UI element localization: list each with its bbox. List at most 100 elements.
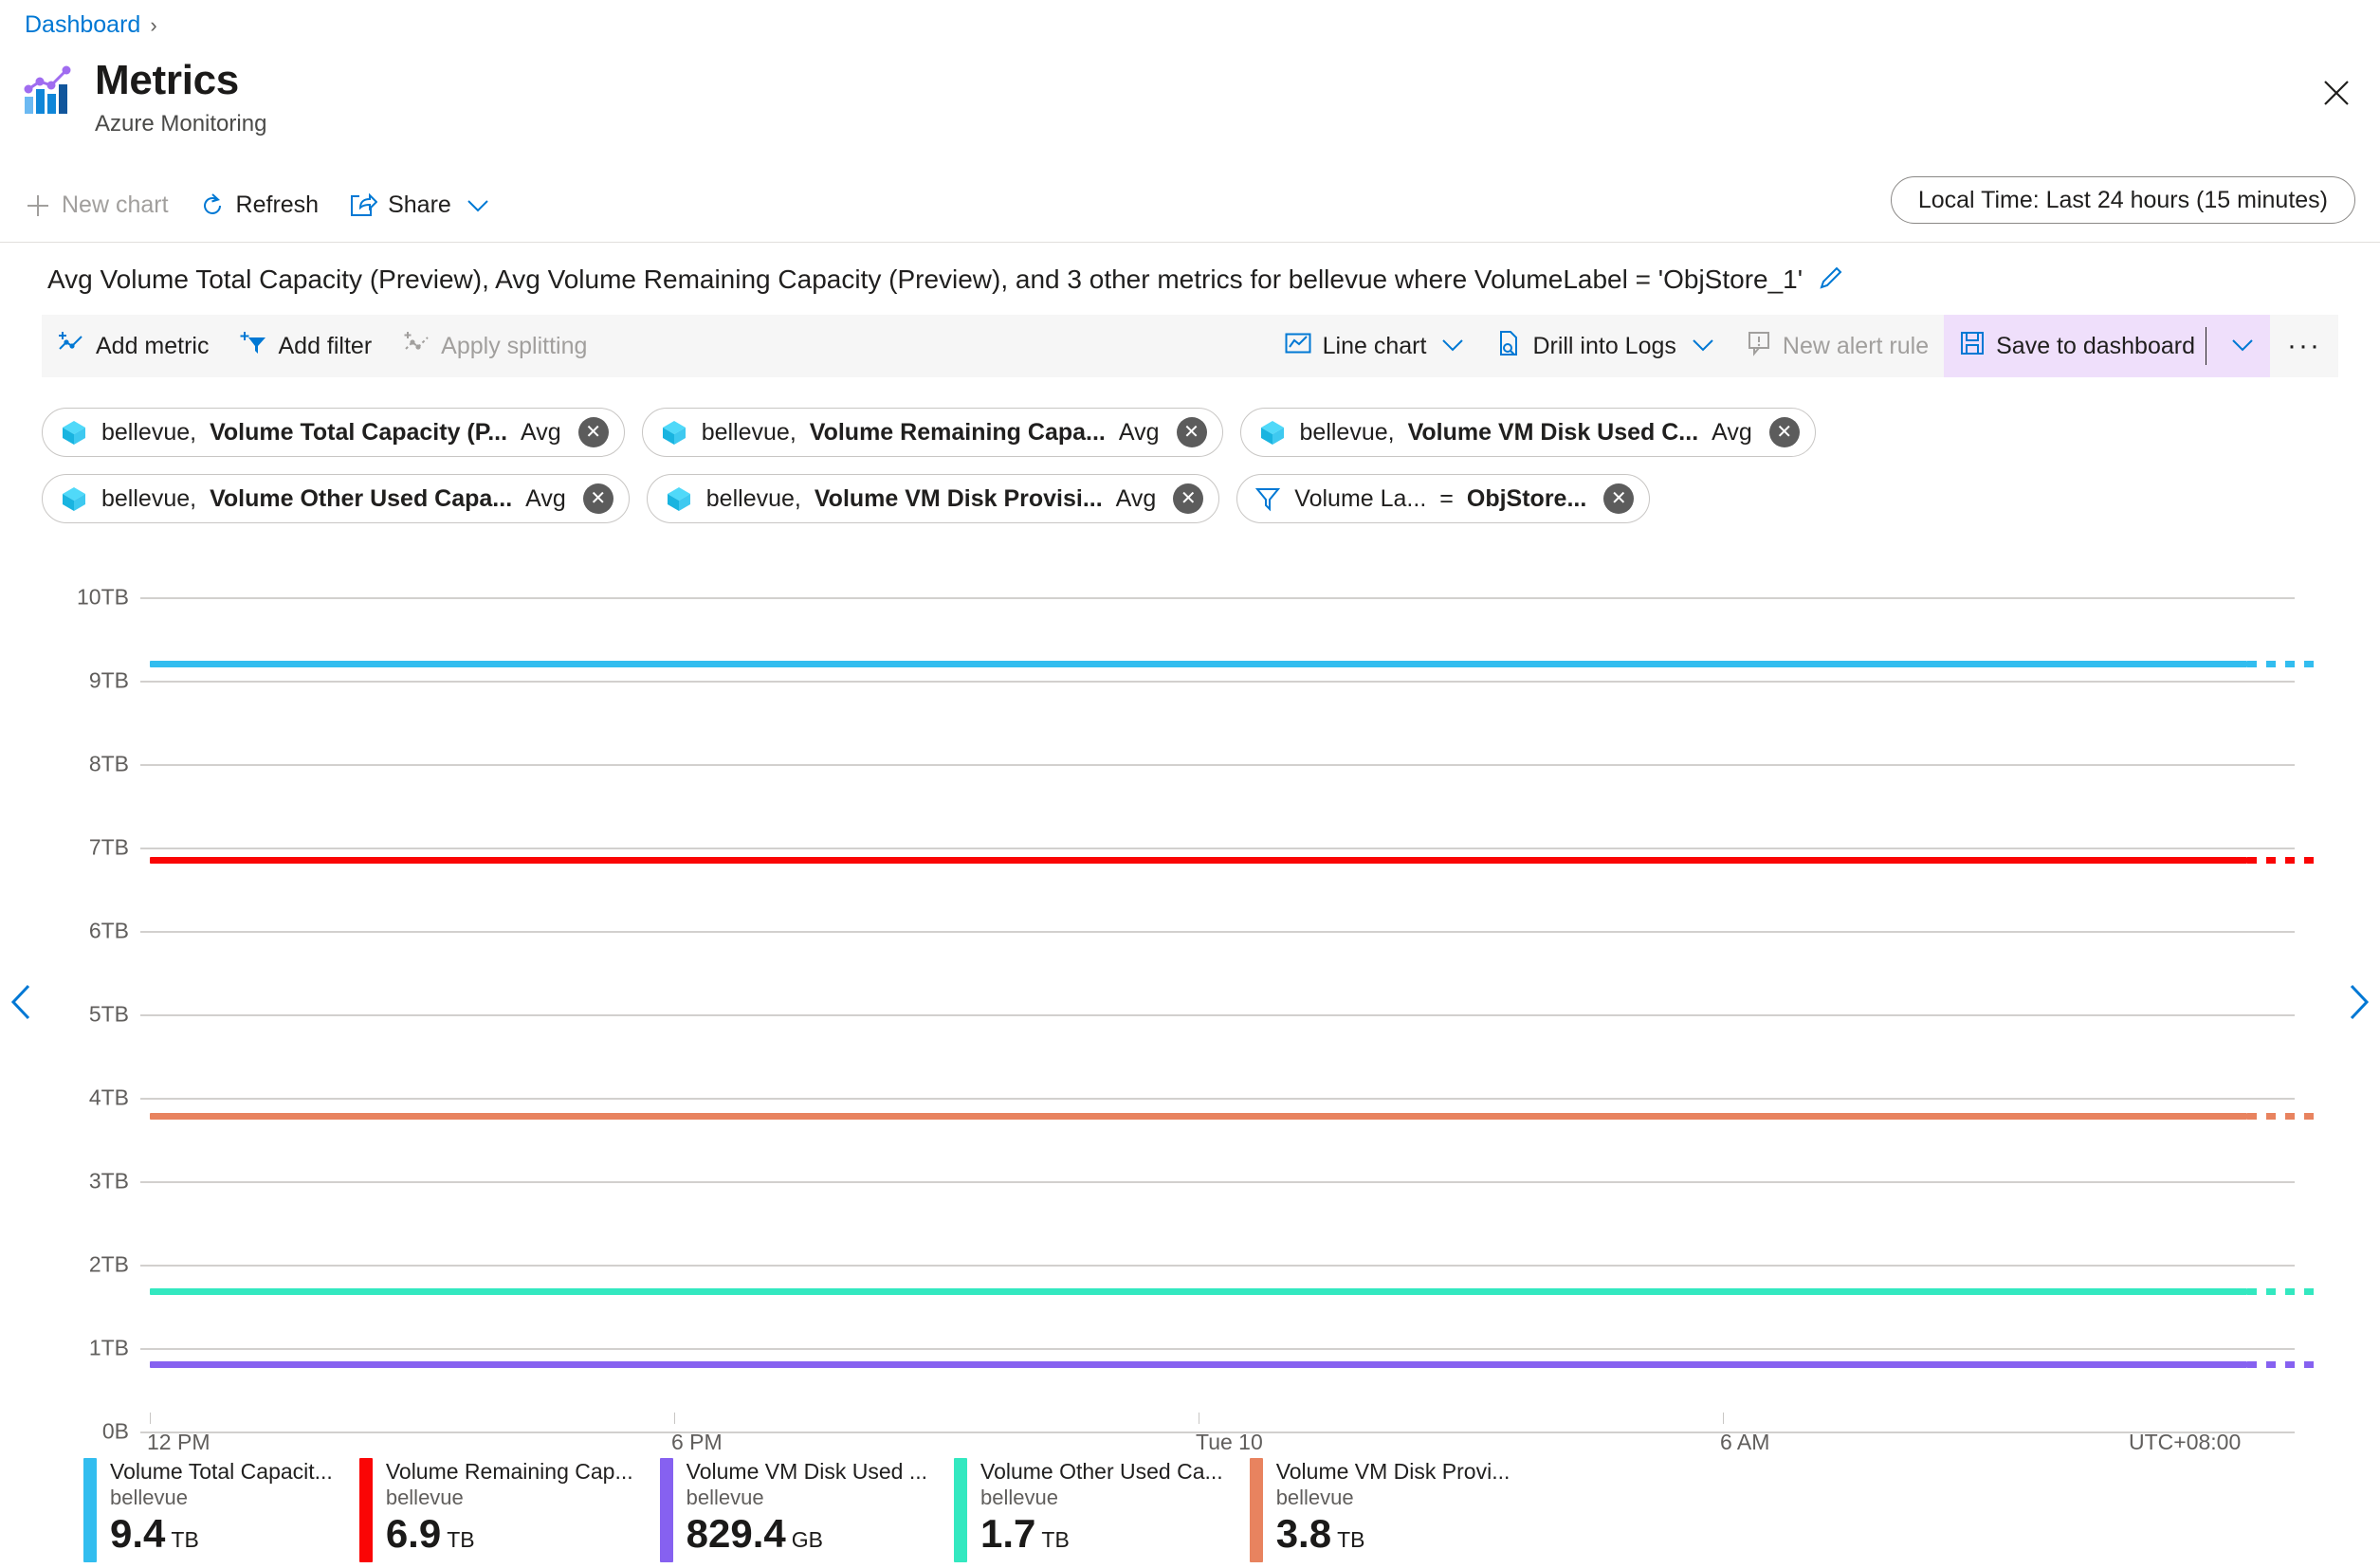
- plus-icon: [25, 192, 51, 219]
- metric-chip[interactable]: bellevue, Volume Other Used Capa... Avg …: [42, 474, 630, 523]
- series-line-forecast: [2247, 1113, 2317, 1121]
- legend-value-unit: GB: [791, 1527, 823, 1552]
- legend-metric-name: Volume Remaining Cap...: [385, 1459, 633, 1484]
- new-alert-rule-button[interactable]: New alert rule: [1730, 315, 1944, 377]
- metric-chips-row-1: bellevue, Volume Total Capacity (P... Av…: [42, 408, 1816, 457]
- gridline: [140, 1098, 2295, 1100]
- apply-splitting-icon: [402, 330, 430, 363]
- apply-splitting-button[interactable]: Apply splitting: [387, 315, 602, 377]
- share-button[interactable]: Share: [334, 179, 505, 232]
- share-icon: [349, 192, 378, 219]
- legend-item[interactable]: Volume VM Disk Used ... bellevue 829.4 GB: [659, 1458, 954, 1562]
- legend-item[interactable]: Volume VM Disk Provi... bellevue 3.8 TB: [1249, 1458, 1537, 1562]
- legend-color-swatch: [1249, 1458, 1263, 1562]
- x-axis-tick: [674, 1413, 675, 1424]
- filter-chip[interactable]: Volume La... = ObjStore... ✕: [1236, 474, 1651, 523]
- legend-value: 6.9 TB: [385, 1511, 475, 1556]
- chip-resource: bellevue,: [1299, 418, 1395, 446]
- chevron-down-icon: [1691, 333, 1715, 360]
- chip-remove-icon[interactable]: ✕: [577, 417, 609, 447]
- refresh-button[interactable]: Refresh: [184, 179, 335, 232]
- legend-metric-name: Volume Other Used Ca...: [980, 1459, 1223, 1484]
- chip-aggregation: Avg: [525, 484, 566, 512]
- chip-metric: Volume Total Capacity (P...: [210, 418, 508, 446]
- legend-item[interactable]: Volume Remaining Cap... bellevue 6.9 TB: [358, 1458, 660, 1562]
- gridline: [140, 931, 2295, 933]
- x-axis-tick: [1723, 1413, 1724, 1424]
- chip-remove-icon[interactable]: ✕: [1603, 483, 1635, 514]
- x-axis-timezone-label: UTC+08:00: [2129, 1430, 2242, 1454]
- chip-resource: bellevue,: [101, 484, 197, 512]
- metrics-app-icon: [23, 64, 74, 116]
- legend-item[interactable]: Volume Total Capacit... bellevue 9.4 TB: [83, 1458, 359, 1562]
- x-axis-tick-label: 12 PM: [147, 1430, 211, 1454]
- chip-remove-icon[interactable]: ✕: [1173, 483, 1204, 514]
- metrics-chart-plot[interactable]: 0B 1TB 2TB 3TB 4TB 5TB 6TB 7TB 8TB 9TB 10TB: [0, 585, 2380, 1444]
- add-filter-button[interactable]: Add filter: [224, 315, 387, 377]
- x-axis-tick-label: Tue 10: [1196, 1430, 1263, 1454]
- x-axis-tick-label: 6 PM: [671, 1430, 723, 1454]
- chart-type-button[interactable]: Line chart: [1269, 315, 1481, 377]
- series-line-forecast: [2247, 857, 2317, 865]
- line-chart-label: Line chart: [1322, 332, 1427, 359]
- save-to-dashboard-button[interactable]: Save to dashboard: [1944, 315, 2271, 377]
- more-options-icon[interactable]: ···: [2270, 330, 2338, 362]
- legend-resource-name: bellevue: [686, 1486, 764, 1509]
- chip-remove-icon[interactable]: ✕: [1176, 417, 1207, 447]
- metric-chip[interactable]: bellevue, Volume Remaining Capa... Avg ✕: [641, 408, 1223, 457]
- add-metric-button[interactable]: Add metric: [42, 315, 224, 377]
- y-axis-tick-label: 2TB: [88, 1251, 129, 1277]
- breadcrumb-dashboard-link[interactable]: Dashboard: [25, 11, 140, 39]
- pencil-icon[interactable]: [1818, 266, 1844, 293]
- legend-resource-name: bellevue: [1275, 1486, 1354, 1509]
- legend-color-swatch: [83, 1458, 97, 1562]
- legend-value-unit: TB: [1041, 1527, 1070, 1552]
- metric-chip[interactable]: bellevue, Volume VM Disk Used C... Avg ✕: [1239, 408, 1816, 457]
- gridline: [140, 1181, 2295, 1183]
- filter-operator: =: [1439, 484, 1454, 512]
- y-axis-tick-label: 7TB: [88, 834, 129, 860]
- breadcrumb: Dashboard ›: [25, 11, 157, 39]
- metric-chip[interactable]: bellevue, Volume VM Disk Provisi... Avg …: [646, 474, 1220, 523]
- chart-legend: Volume Total Capacit... bellevue 9.4 TB Volu…: [83, 1458, 1536, 1562]
- legend-resource-name: bellevue: [385, 1486, 464, 1509]
- new-chart-label: New chart: [62, 191, 169, 218]
- series-line-forecast: [2247, 1288, 2317, 1296]
- chevron-down-icon[interactable]: [2230, 333, 2255, 360]
- series-line: [150, 1113, 2247, 1121]
- chip-aggregation: Avg: [1115, 484, 1157, 512]
- gridline: [140, 681, 2295, 683]
- chip-aggregation: Avg: [1712, 418, 1752, 446]
- legend-value: 829.4 GB: [686, 1511, 823, 1556]
- close-icon[interactable]: [2317, 74, 2355, 112]
- chip-remove-icon[interactable]: ✕: [582, 483, 613, 514]
- legend-color-swatch: [659, 1458, 673, 1562]
- gridline: [140, 1265, 2295, 1267]
- page-title: Metrics: [95, 57, 239, 103]
- azure-resource-icon: [60, 418, 88, 447]
- chart-toolbar-right: Line chart Drill into Logs New alert rul…: [1269, 315, 2338, 377]
- legend-resource-name: bellevue: [110, 1486, 188, 1509]
- drill-into-logs-button[interactable]: Drill into Logs: [1480, 315, 1730, 377]
- series-line-forecast: [2247, 661, 2317, 668]
- chart-title: Avg Volume Total Capacity (Preview), Avg…: [47, 264, 1803, 294]
- y-axis-tick-label: 6TB: [88, 918, 129, 943]
- metric-chip[interactable]: bellevue, Volume Total Capacity (P... Av…: [42, 408, 625, 457]
- line-chart-icon: [1284, 330, 1312, 363]
- y-axis-tick-label: 1TB: [88, 1335, 129, 1360]
- new-chart-button[interactable]: New chart: [9, 179, 184, 232]
- time-range-picker[interactable]: Local Time: Last 24 hours (15 minutes): [1890, 176, 2355, 224]
- refresh-label: Refresh: [235, 191, 320, 218]
- chip-remove-icon[interactable]: ✕: [1768, 417, 1800, 447]
- chip-metric: Volume Other Used Capa...: [210, 484, 513, 512]
- legend-value-unit: TB: [1337, 1527, 1365, 1552]
- series-line-forecast: [2247, 1360, 2317, 1368]
- add-filter-label: Add filter: [278, 332, 373, 359]
- legend-item[interactable]: Volume Other Used Ca... bellevue 1.7 TB: [954, 1458, 1250, 1562]
- chevron-down-icon: [466, 197, 490, 214]
- refresh-icon: [199, 192, 226, 219]
- legend-metric-name: Volume VM Disk Provi...: [1275, 1459, 1510, 1484]
- chevron-down-icon: [1440, 333, 1465, 360]
- x-axis-tick-label: 6 AM: [1720, 1430, 1770, 1454]
- breadcrumb-separator-icon: ›: [150, 12, 157, 37]
